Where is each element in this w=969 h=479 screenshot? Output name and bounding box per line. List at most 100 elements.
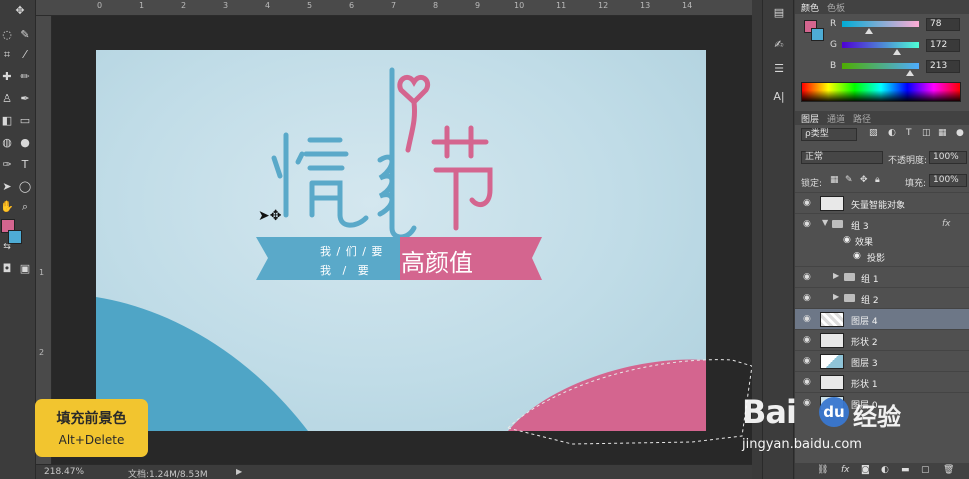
b-thumb[interactable] bbox=[906, 70, 914, 76]
layer-row[interactable]: ◉ 矢量智能对象 bbox=[795, 192, 969, 213]
link-layers-icon[interactable]: ⛓ bbox=[817, 465, 828, 475]
visibility-eye-icon[interactable]: ◉ bbox=[803, 272, 811, 282]
r-thumb[interactable] bbox=[865, 28, 873, 34]
visibility-eye-icon[interactable]: ◉ bbox=[803, 293, 811, 303]
delete-layer-icon[interactable]: 🗑︎ bbox=[943, 465, 954, 475]
r-track[interactable] bbox=[842, 21, 919, 27]
gradient-tool-icon[interactable]: ▭ bbox=[18, 114, 32, 128]
expand-arrow-icon[interactable]: ▶ bbox=[833, 271, 839, 280]
ellipse-tool-icon[interactable]: ◯ bbox=[18, 180, 32, 194]
effect-visibility-icon[interactable]: ◉ bbox=[853, 251, 861, 261]
dodge-tool-icon[interactable]: ● bbox=[18, 136, 32, 150]
layer-row[interactable]: ◉ 图层 3 bbox=[795, 350, 969, 371]
opacity-input[interactable]: 100% bbox=[929, 151, 967, 164]
slider-g[interactable]: G 172 bbox=[795, 39, 969, 58]
hand-tool-icon[interactable]: ✋ bbox=[0, 200, 14, 214]
layer-name: 组 3 bbox=[851, 222, 869, 232]
layer-thumbnail bbox=[820, 354, 844, 369]
folder-icon bbox=[844, 273, 855, 281]
visibility-eye-icon[interactable]: ◉ bbox=[803, 314, 811, 324]
expand-arrow-icon[interactable]: ▶ bbox=[833, 292, 839, 301]
eyedropper-tool-icon[interactable]: ⁄ bbox=[18, 48, 32, 62]
history-brush-tool-icon[interactable]: ✒ bbox=[18, 92, 32, 106]
layer-group-row[interactable]: ◉ ▶ 组 1 bbox=[795, 266, 969, 287]
blend-mode-select[interactable]: 正常 bbox=[801, 151, 883, 164]
ruler-tick: 11 bbox=[556, 1, 567, 10]
canvas-workspace[interactable]: 我 / 们 / 要 我 / 要 高颜值 ➤✥ bbox=[52, 16, 752, 464]
g-track[interactable] bbox=[842, 42, 919, 48]
add-mask-icon[interactable]: ◙ bbox=[861, 465, 870, 475]
tab-swatches[interactable]: 色板 bbox=[827, 1, 845, 14]
brush-panel-icon[interactable]: ✍ bbox=[772, 38, 786, 52]
g-thumb[interactable] bbox=[893, 49, 901, 55]
filter-pixel-icon[interactable]: ▧ bbox=[869, 128, 878, 138]
color-spectrum-bar[interactable] bbox=[801, 82, 961, 102]
tab-layers[interactable]: 图层 bbox=[801, 112, 819, 125]
visibility-eye-icon[interactable]: ◉ bbox=[803, 356, 811, 366]
lock-all-icon[interactable]: 🔒︎ bbox=[875, 175, 880, 185]
path-select-tool-icon[interactable]: ➤ bbox=[0, 180, 14, 194]
layer-row-selected[interactable]: ◉ 图层 4 bbox=[795, 308, 969, 329]
pen-tool-icon[interactable]: ✑ bbox=[0, 158, 14, 172]
fill-input[interactable]: 100% bbox=[929, 174, 967, 187]
fx-badge[interactable]: fx bbox=[942, 219, 951, 229]
ruler-tick: 9 bbox=[475, 1, 481, 10]
filter-smart-icon[interactable]: ▦ bbox=[938, 128, 947, 138]
lock-transparent-icon[interactable]: ▦ bbox=[830, 175, 839, 185]
layer-filter-select[interactable]: ρ类型 bbox=[801, 128, 857, 141]
type-tool-icon[interactable]: T bbox=[18, 158, 32, 172]
status-menu-arrow-icon[interactable]: ▶ bbox=[236, 467, 242, 476]
layer-group-row[interactable]: ◉ ▼ 组 3 fx bbox=[795, 213, 969, 234]
lock-pixels-icon[interactable]: ✎ bbox=[845, 175, 853, 185]
visibility-eye-icon[interactable]: ◉ bbox=[803, 219, 811, 229]
b-track[interactable] bbox=[842, 63, 919, 69]
vertical-ruler[interactable]: 1 2 3 bbox=[36, 16, 52, 464]
horizontal-ruler[interactable]: 0 1 2 3 4 5 6 7 8 9 10 11 12 13 14 bbox=[36, 0, 752, 16]
new-layer-icon[interactable]: ▢ bbox=[921, 465, 930, 475]
lasso-tool-icon[interactable]: ◌ bbox=[0, 28, 14, 42]
new-group-icon[interactable]: ▬ bbox=[901, 465, 910, 475]
history-panel-icon[interactable]: ▤ bbox=[772, 6, 786, 20]
crop-tool-icon[interactable]: ⌗ bbox=[0, 48, 14, 62]
brush-presets-icon[interactable]: ☰ bbox=[772, 62, 786, 76]
b-value[interactable]: 213 bbox=[926, 60, 960, 73]
effect-item-row[interactable]: ◉ 投影 bbox=[795, 250, 969, 266]
brush-tool-icon[interactable]: ✏ bbox=[18, 70, 32, 84]
visibility-eye-icon[interactable]: ◉ bbox=[803, 377, 811, 387]
r-value[interactable]: 78 bbox=[926, 18, 960, 31]
tab-paths[interactable]: 路径 bbox=[853, 112, 871, 125]
healing-tool-icon[interactable]: ✚ bbox=[0, 70, 14, 84]
filter-shape-icon[interactable]: ◫ bbox=[922, 128, 931, 138]
lock-position-icon[interactable]: ✥ bbox=[860, 175, 868, 185]
effects-row[interactable]: ◉ 效果 bbox=[795, 234, 969, 250]
layer-row[interactable]: ◉ 形状 1 bbox=[795, 371, 969, 392]
quick-mask-icon[interactable]: ◘ bbox=[0, 262, 14, 276]
visibility-eye-icon[interactable]: ◉ bbox=[803, 335, 811, 345]
g-value[interactable]: 172 bbox=[926, 39, 960, 52]
filter-toggle-icon[interactable]: ● bbox=[956, 128, 964, 138]
r-label: R bbox=[830, 19, 837, 29]
clone-stamp-tool-icon[interactable]: ♙ bbox=[0, 92, 14, 106]
add-style-icon[interactable]: fx bbox=[841, 465, 850, 475]
background-color-swatch[interactable] bbox=[8, 230, 22, 244]
tab-color[interactable]: 颜色 bbox=[801, 1, 819, 14]
expand-arrow-icon[interactable]: ▼ bbox=[822, 218, 828, 227]
filter-type-icon[interactable]: T bbox=[906, 128, 912, 138]
screen-mode-icon[interactable]: ▣ bbox=[18, 262, 32, 276]
quick-select-tool-icon[interactable]: ✎ bbox=[18, 28, 32, 42]
layer-row[interactable]: ◉ 形状 2 bbox=[795, 329, 969, 350]
move-tool-icon[interactable]: ✥ bbox=[13, 4, 27, 18]
layer-group-row[interactable]: ◉ ▶ 组 2 bbox=[795, 287, 969, 308]
eraser-tool-icon[interactable]: ◧ bbox=[0, 114, 14, 128]
effect-visibility-icon[interactable]: ◉ bbox=[843, 235, 851, 245]
filter-adjust-icon[interactable]: ◐ bbox=[888, 128, 896, 138]
slider-b[interactable]: B 213 bbox=[795, 60, 969, 79]
adjustment-layer-icon[interactable]: ◐ bbox=[881, 465, 889, 475]
blur-tool-icon[interactable]: ◍ bbox=[0, 136, 14, 150]
zoom-level[interactable]: 218.47% bbox=[44, 467, 84, 477]
visibility-eye-icon[interactable]: ◉ bbox=[803, 198, 811, 208]
zoom-tool-icon[interactable]: ⌕ bbox=[18, 200, 32, 214]
character-panel-icon[interactable]: A| bbox=[772, 90, 786, 104]
slider-r[interactable]: R 78 bbox=[795, 18, 969, 37]
tab-channels[interactable]: 通道 bbox=[827, 112, 845, 125]
